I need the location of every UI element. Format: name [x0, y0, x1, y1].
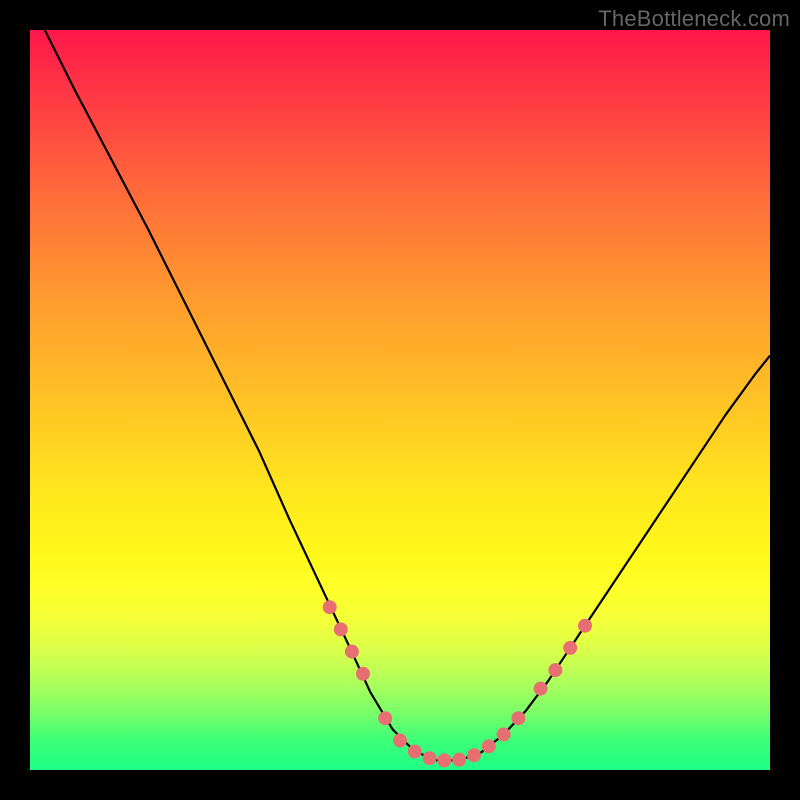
watermark-text: TheBottleneck.com [598, 6, 790, 32]
highlight-dot [423, 751, 437, 765]
highlight-dot [511, 711, 525, 725]
highlight-dot [437, 753, 451, 767]
highlight-dot [356, 667, 370, 681]
highlight-dots-group [323, 600, 592, 767]
highlight-dot [323, 600, 337, 614]
highlight-dot [534, 682, 548, 696]
chart-svg [30, 30, 770, 770]
bottleneck-curve [45, 30, 770, 760]
highlight-dot [334, 622, 348, 636]
highlight-dot [578, 619, 592, 633]
highlight-dot [467, 748, 481, 762]
highlight-dot [378, 711, 392, 725]
highlight-dot [345, 645, 359, 659]
chart-frame: TheBottleneck.com [0, 0, 800, 800]
highlight-dot [497, 727, 511, 741]
highlight-dot [408, 745, 422, 759]
highlight-dot [563, 641, 577, 655]
highlight-dot [452, 753, 466, 767]
plot-area [30, 30, 770, 770]
highlight-dot [393, 733, 407, 747]
highlight-dot [482, 739, 496, 753]
highlight-dot [548, 663, 562, 677]
